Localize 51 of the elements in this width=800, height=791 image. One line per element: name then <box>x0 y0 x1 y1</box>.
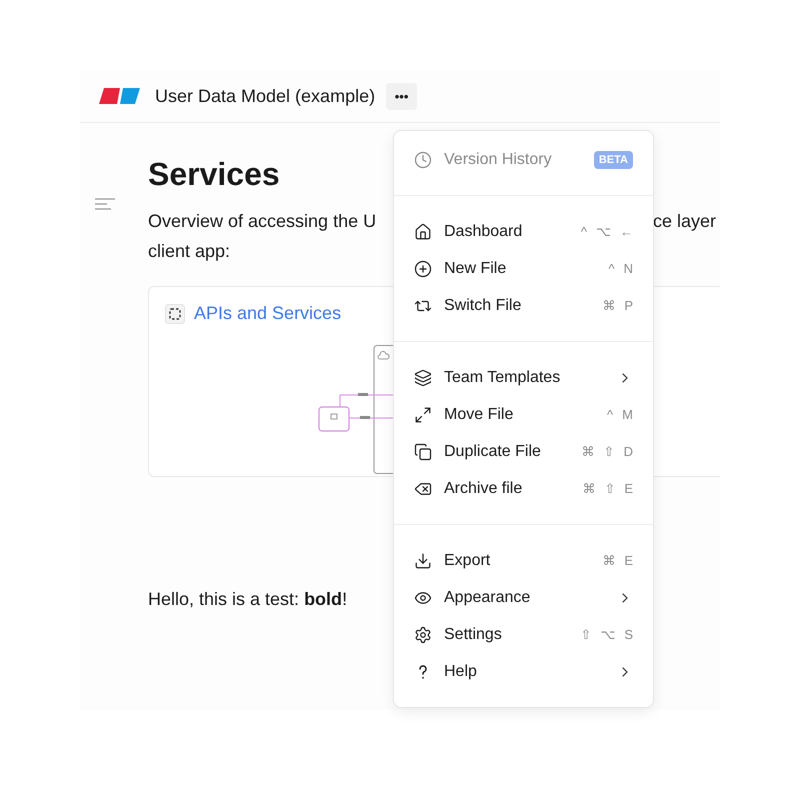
shortcut-key: D <box>624 444 633 459</box>
menu-item[interactable]: Switch File ⌘ P <box>394 287 653 324</box>
shortcut-key: E <box>624 481 633 496</box>
frame-icon <box>165 304 185 324</box>
copy-icon <box>414 442 432 460</box>
menu-item[interactable]: Dashboard ^ ⌥ ← <box>394 213 653 250</box>
more-button[interactable]: ••• <box>386 82 418 110</box>
plus-circle-icon <box>414 260 432 278</box>
home-icon <box>414 222 432 240</box>
shortcut-key: ⌘ <box>602 553 616 568</box>
outline-icon[interactable] <box>95 198 115 210</box>
shortcut-key: E <box>624 553 633 568</box>
shortcut-key: N <box>624 261 633 276</box>
clock-icon <box>414 150 432 168</box>
shortcut-key: ⌥ <box>596 224 611 239</box>
shortcut-key: ^ <box>580 224 587 239</box>
shortcut-key: ← <box>620 224 633 239</box>
menu-item[interactable]: Appearance <box>394 579 653 616</box>
beta-badge: BETA <box>594 150 633 168</box>
paragraph-text: client app: <box>148 241 230 261</box>
paragraph-text: ce layer <box>652 210 716 233</box>
shortcut-key: ⇧ <box>580 627 592 642</box>
menu-item[interactable]: Export ⌘ E <box>394 542 653 579</box>
paragraph-text: Hello, this is a test: bold! <box>148 589 348 610</box>
shortcut-key: ⌘ <box>582 444 595 459</box>
section-heading: Services <box>148 155 280 194</box>
shortcut-key: ⌘ <box>602 298 616 313</box>
logo-icon <box>99 88 140 104</box>
menu-item[interactable]: Move File ^ M <box>394 396 653 433</box>
shortcut-key: ^ <box>608 261 615 276</box>
menu-item[interactable]: New File ^ N <box>394 250 653 287</box>
menu-item[interactable]: Duplicate File ⌘ ⇧ D <box>394 433 653 470</box>
menu-item[interactable]: Settings ⇧ ⌥ S <box>394 616 653 653</box>
menu-item[interactable]: Team Templates <box>394 359 653 396</box>
shortcut-key: M <box>622 407 633 422</box>
document-title: User Data Model (example) <box>155 86 376 106</box>
shortcut-key: ⌥ <box>600 627 616 642</box>
menu-item[interactable]: Help <box>394 653 653 690</box>
shortcut-key: ⇧ <box>604 444 615 459</box>
frame-link[interactable]: APIs and Services <box>194 303 342 324</box>
shortcut-key: ⇧ <box>604 481 616 496</box>
download-icon <box>414 552 432 570</box>
shortcut-key: ⌘ <box>582 481 596 496</box>
paragraph-text: Overview of accessing the U <box>148 210 376 233</box>
shortcut-key: P <box>624 298 633 313</box>
settings-icon <box>414 626 432 644</box>
shortcut-key: S <box>624 627 633 642</box>
shortcut-key: ^ <box>607 407 614 422</box>
layers-icon <box>414 368 432 386</box>
menu-item[interactable]: Archive file ⌘ ⇧ E <box>394 470 653 507</box>
expand-arrows-icon <box>414 406 432 424</box>
